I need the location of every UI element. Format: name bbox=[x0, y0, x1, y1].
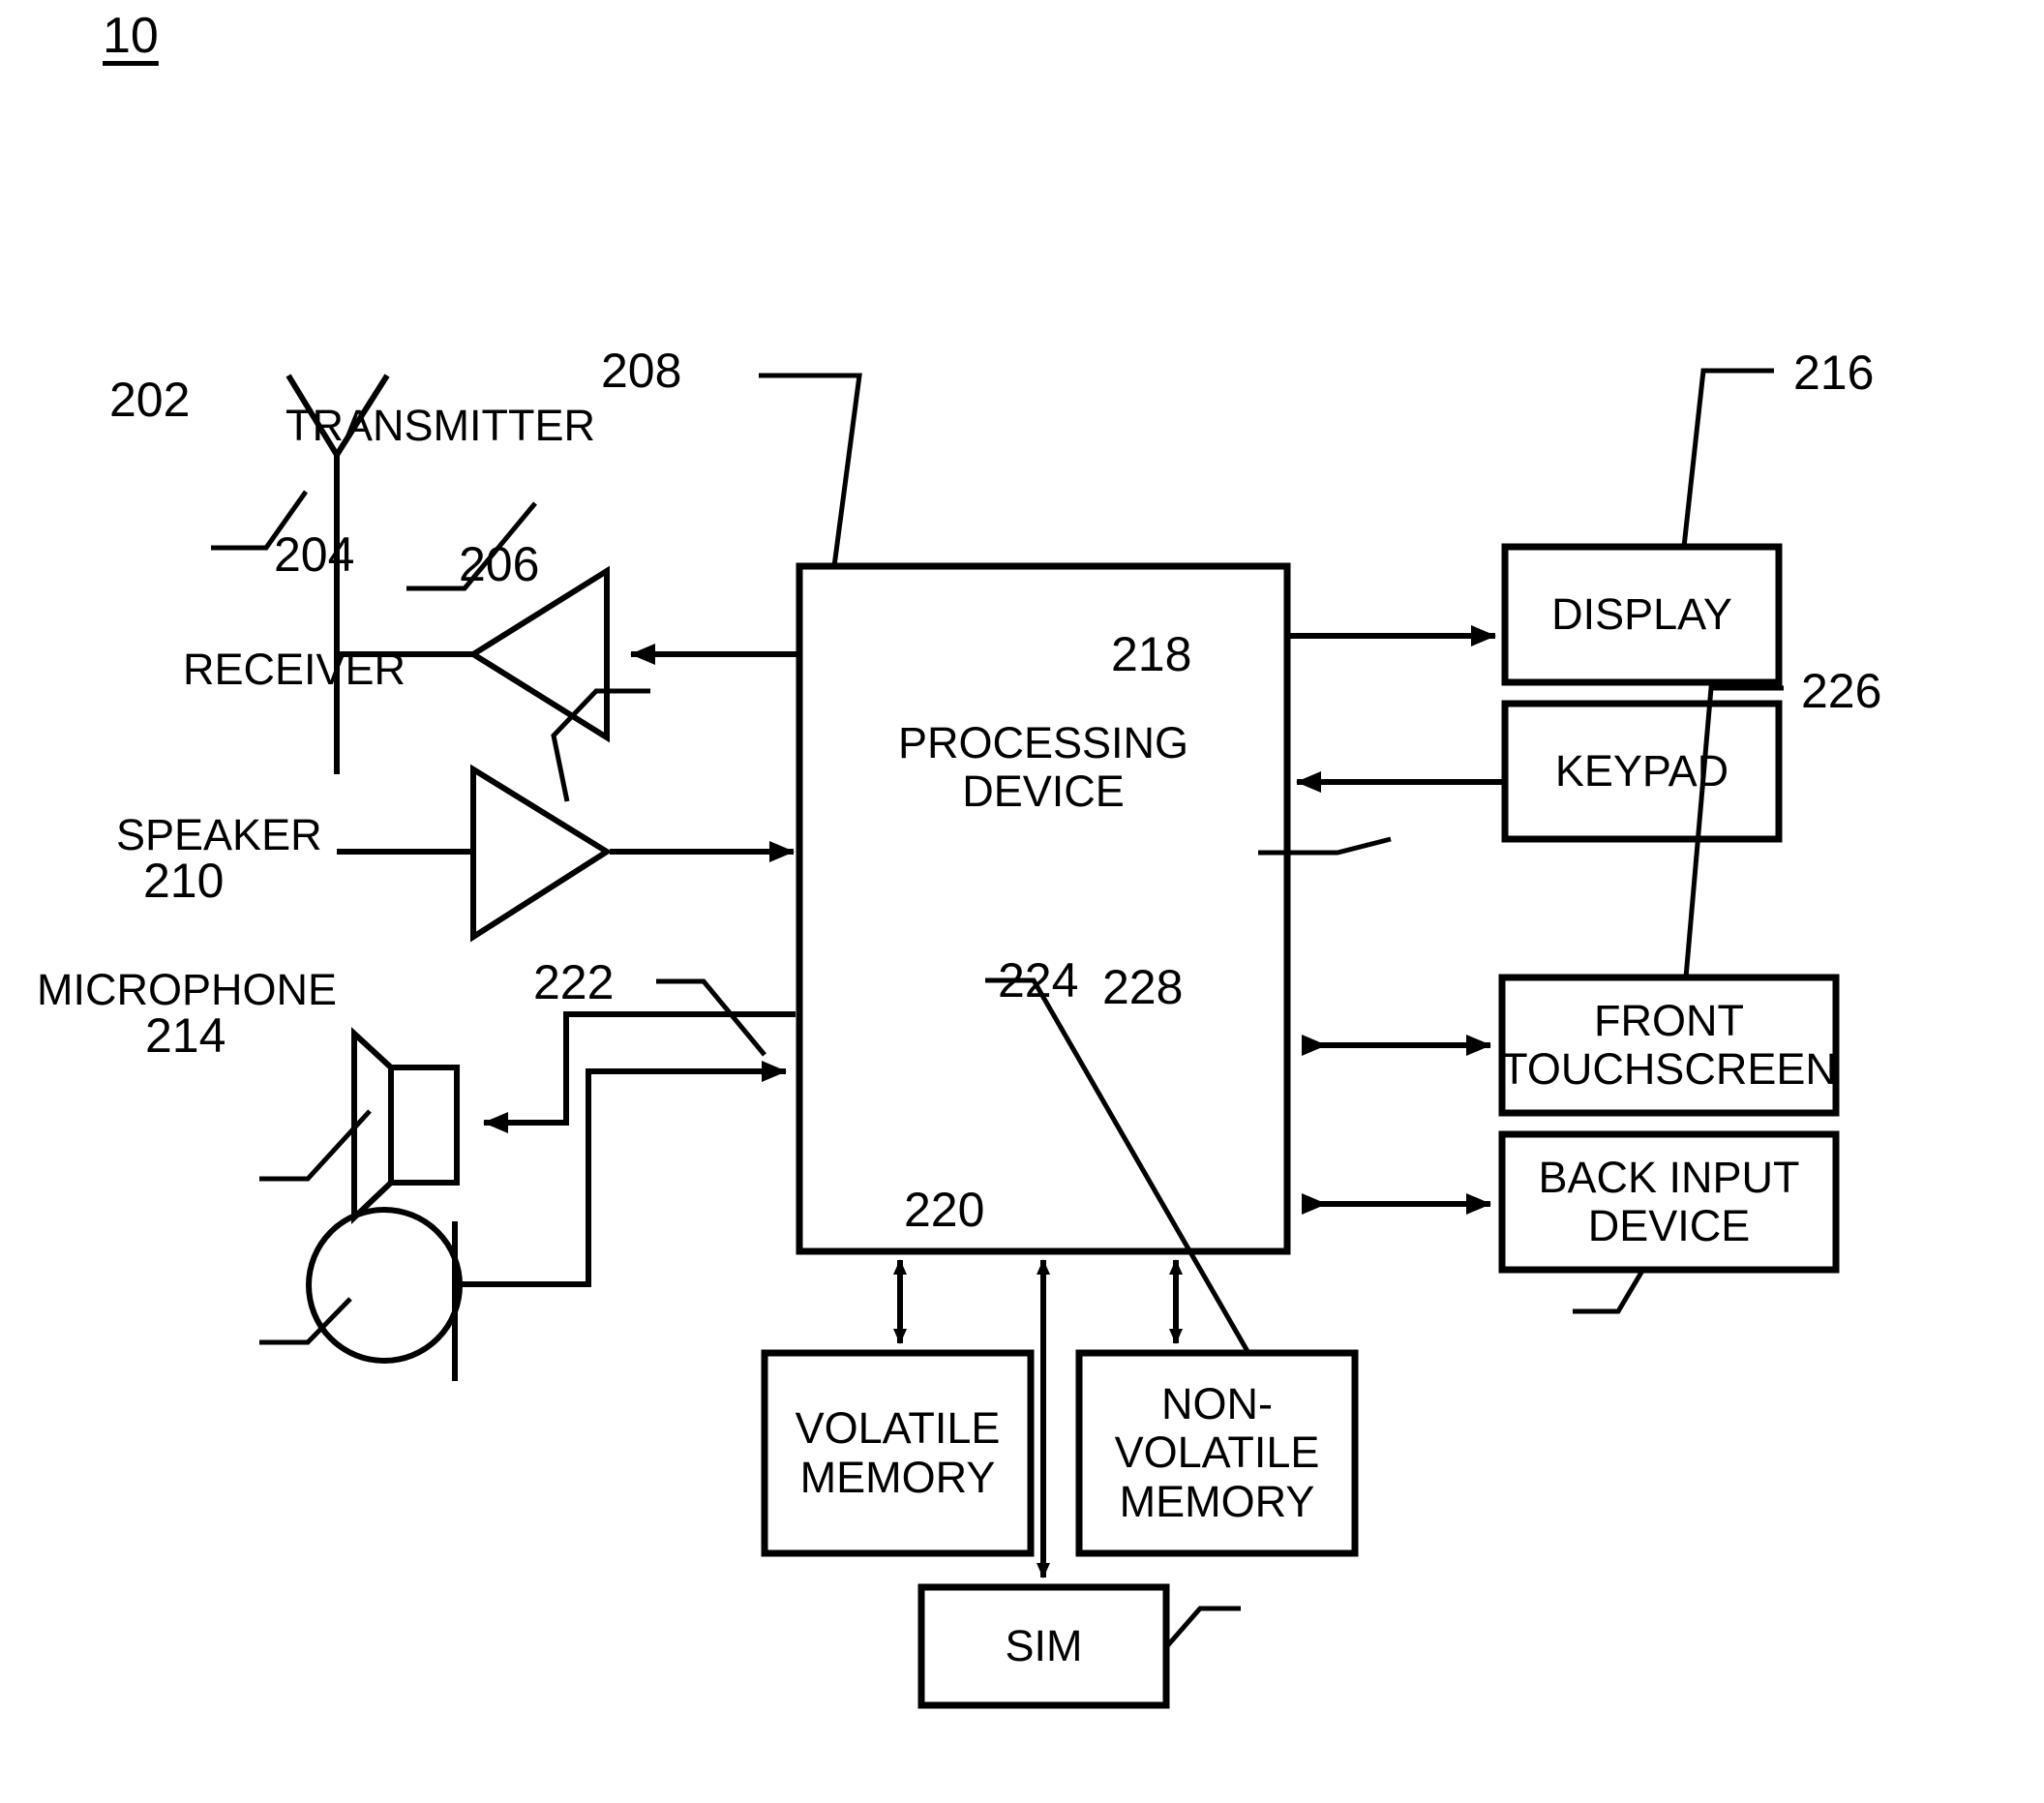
front-touchscreen-box bbox=[1498, 974, 1840, 1117]
receiver-symbol bbox=[337, 688, 650, 943]
keypad-box bbox=[1501, 700, 1783, 843]
antenna-symbol bbox=[211, 374, 390, 774]
processing-device-box bbox=[796, 562, 1291, 1255]
leader-226 bbox=[1683, 685, 1784, 978]
arrow-microphone-to-processing bbox=[455, 1061, 787, 1287]
leader-228 bbox=[1573, 1269, 1645, 1314]
back-input-device-box bbox=[1498, 1130, 1840, 1274]
leader-214 bbox=[259, 1297, 352, 1345]
nonvolatile-memory-box bbox=[1075, 1349, 1359, 1557]
speaker-symbol bbox=[259, 1027, 460, 1224]
microphone-symbol bbox=[259, 1207, 463, 1381]
leader-220 bbox=[1164, 1606, 1241, 1649]
display-box bbox=[1501, 543, 1783, 686]
leader-208 bbox=[759, 373, 862, 567]
leader-216 bbox=[1681, 368, 1774, 548]
leader-224 bbox=[985, 977, 1251, 1355]
leader-222 bbox=[656, 978, 766, 1057]
patent-figure: 10 202 204 206 208 216 218 226 228 210 2… bbox=[0, 0, 2044, 1803]
diagram-canvas bbox=[211, 368, 1840, 1709]
transmitter-symbol bbox=[337, 501, 610, 743]
sim-box bbox=[917, 1583, 1170, 1709]
leader-218 bbox=[1258, 836, 1392, 856]
volatile-memory-box bbox=[761, 1349, 1035, 1557]
